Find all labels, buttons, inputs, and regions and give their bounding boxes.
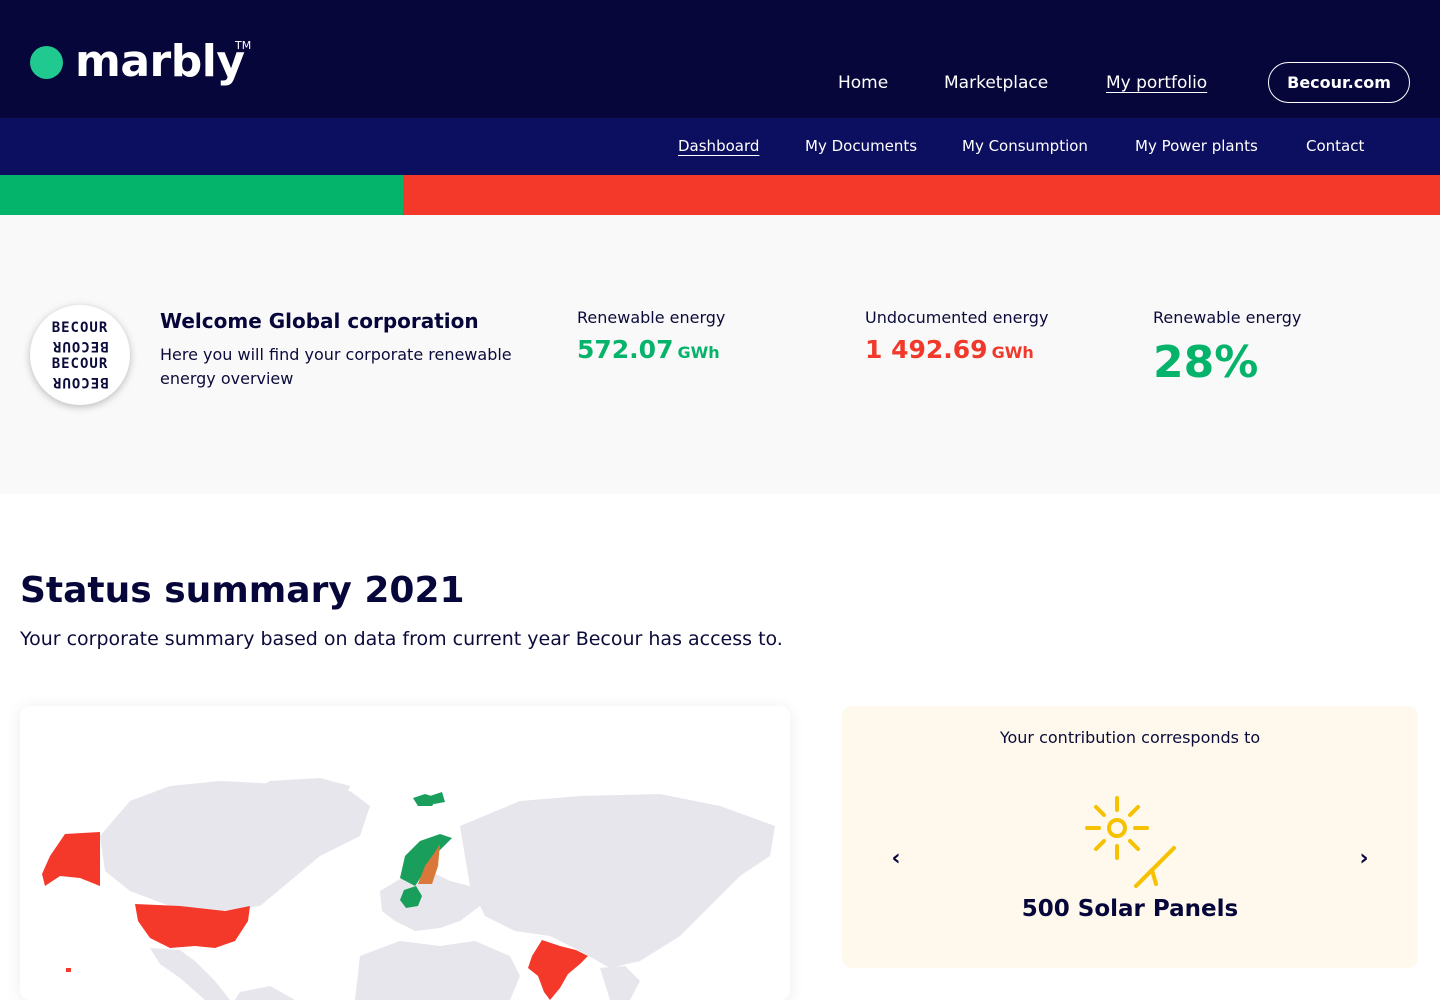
stat-number: 1 492.69: [865, 335, 988, 364]
subnav-contact[interactable]: Contact: [1306, 136, 1364, 156]
stat-value: 572.07 GWh: [577, 335, 725, 364]
badge-line: BECOUR: [51, 374, 109, 390]
map-country-russia-asia[interactable]: [460, 794, 775, 968]
stat-label: Renewable energy: [577, 308, 726, 327]
subnav-my-documents[interactable]: My Documents: [805, 136, 917, 156]
solar-panel-sun-icon: [1085, 796, 1176, 888]
company-avatar: BECOUR BECOUR BECOUR BECOUR: [30, 305, 130, 405]
renewable-progress-fill: [0, 175, 403, 215]
badge-line: BECOUR: [51, 338, 109, 354]
welcome-title: Welcome Global corporation: [160, 309, 479, 333]
contribution-value: 500 Solar Panels: [1021, 896, 1239, 922]
stat-label: Renewable energy: [1153, 308, 1302, 327]
main-nav: Home Marketplace My portfolio: [0, 72, 1440, 96]
stat-unit: GWh: [677, 343, 720, 362]
becour-link-button[interactable]: Becour.com: [1268, 62, 1410, 103]
energy-progress-bar: [0, 175, 1440, 215]
welcome-subtitle: Here you will find your corporate renewa…: [160, 345, 512, 388]
subnav-dashboard[interactable]: Dashboard: [678, 136, 759, 156]
stat-unit: GWh: [991, 343, 1034, 362]
chevron-left-icon[interactable]: ‹: [884, 846, 908, 871]
chevron-right-icon[interactable]: ›: [1352, 846, 1376, 871]
map-country-south-america[interactable]: [235, 986, 295, 1000]
map-country-africa-middle-east[interactable]: [355, 941, 520, 1000]
subnav-my-power-plants[interactable]: My Power plants: [1135, 136, 1258, 156]
stat-renewable-energy: Renewable energy 572.07 GWh: [577, 308, 725, 364]
nav-my-portfolio[interactable]: My portfolio: [1106, 72, 1207, 94]
stat-number: 572.07: [577, 335, 674, 364]
world-map-card: [20, 706, 790, 1000]
stat-renewable-share: Renewable energy 28%: [1153, 308, 1301, 388]
summary-subtitle: Your corporate summary based on data fro…: [20, 628, 783, 650]
stat-percentage: 28%: [1153, 337, 1259, 388]
map-country-southeast-asia[interactable]: [600, 966, 640, 1000]
nav-marketplace[interactable]: Marketplace: [944, 72, 1048, 94]
logo-trademark: TM: [235, 39, 252, 52]
stat-value: 1 492.69 GWh: [865, 335, 1048, 364]
map-country-alaska[interactable]: [42, 832, 100, 886]
nav-home[interactable]: Home: [838, 72, 888, 94]
stat-label: Undocumented energy: [865, 308, 1049, 327]
world-map[interactable]: [20, 706, 790, 1000]
badge-line: BECOUR: [51, 320, 109, 336]
subnav-my-consumption[interactable]: My Consumption: [962, 136, 1088, 156]
contribution-card: Your contribution corresponds to ‹ › 500…: [842, 706, 1418, 968]
summary-title: Status summary 2021: [20, 570, 465, 611]
badge-line: BECOUR: [51, 356, 109, 372]
sub-nav: Dashboard My Documents My Consumption My…: [0, 118, 1440, 175]
map-country-hawaii[interactable]: [66, 968, 71, 972]
welcome-section: BECOUR BECOUR BECOUR BECOUR Welcome Glob…: [0, 215, 1440, 494]
map-country-mexico[interactable]: [150, 948, 230, 1000]
contribution-label: Your contribution corresponds to: [999, 728, 1261, 747]
map-country-united-states[interactable]: [135, 904, 250, 948]
stat-undocumented-energy: Undocumented energy 1 492.69 GWh: [865, 308, 1048, 364]
top-header: marbly TM Home Marketplace My portfolio …: [0, 0, 1440, 118]
